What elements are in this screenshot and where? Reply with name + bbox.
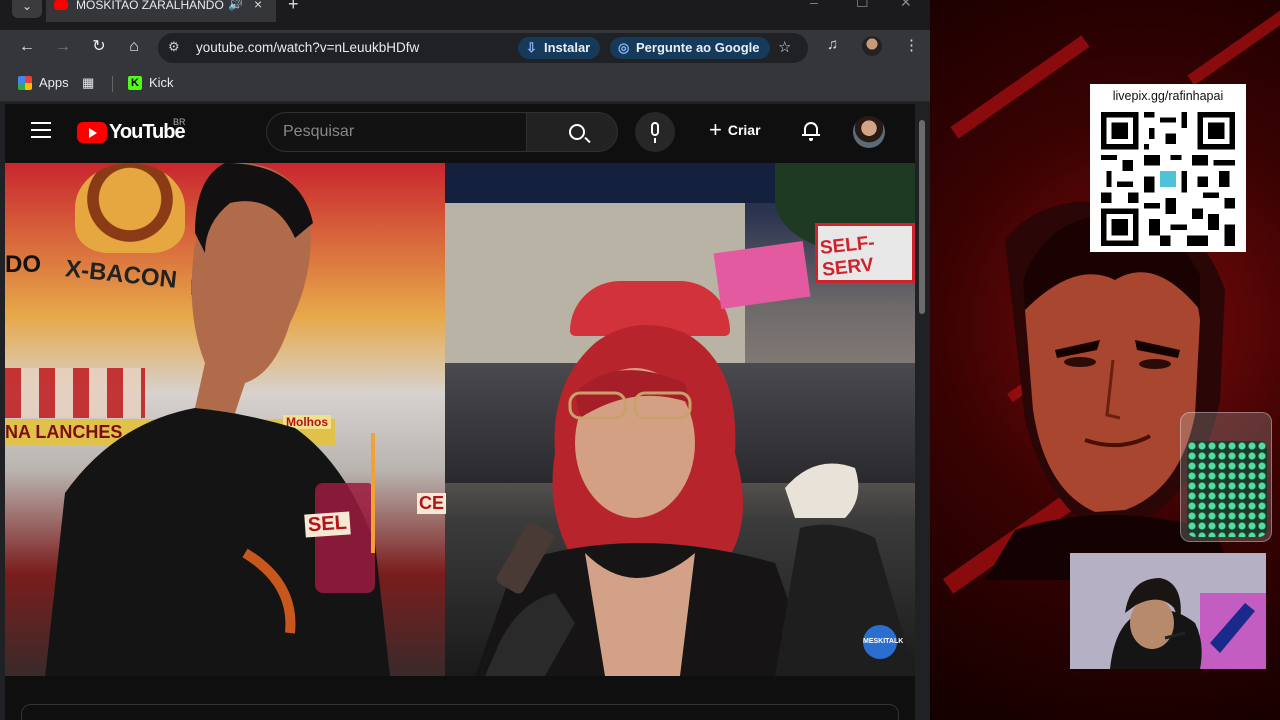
- qr-code-icon: [1101, 112, 1235, 246]
- video-player[interactable]: X-BACON HO DO NA LANCHES Molhos SELF-SER…: [5, 163, 915, 676]
- bookmark-apps[interactable]: Apps: [18, 75, 69, 90]
- plus-icon: +: [709, 117, 722, 142]
- close-window-icon[interactable]: ✕: [900, 0, 912, 11]
- media-controls-icon[interactable]: ♫: [827, 36, 838, 53]
- reload-icon[interactable]: ↻: [88, 36, 110, 58]
- install-label: Instalar: [544, 40, 591, 55]
- microphone-icon: [651, 122, 659, 136]
- search-input[interactable]: [283, 123, 483, 141]
- forward-arrow-icon[interactable]: →: [52, 36, 74, 58]
- maximize-icon[interactable]: ☐: [856, 0, 869, 11]
- site-info-icon[interactable]: ⚙: [168, 39, 180, 55]
- youtube-page: YouTube BR + Criar X-: [5, 104, 915, 720]
- home-icon[interactable]: ⌂: [123, 36, 145, 58]
- jar-contents: [1187, 441, 1267, 537]
- livepix-qr-card: livepix.gg/rafinhapai: [1090, 84, 1246, 252]
- speaker-icon[interactable]: 🔊: [228, 0, 243, 11]
- tab-groups-icon[interactable]: ▦: [82, 75, 94, 91]
- google-lens-icon: ◎: [618, 40, 630, 55]
- browser-toolbar: ← → ↻ ⌂ ⚙ youtube.com/watch?v=nLeuukbHDf…: [0, 30, 930, 64]
- streamer-webcam: [1070, 553, 1266, 669]
- new-tab-button[interactable]: +: [288, 0, 299, 15]
- bookmark-kick[interactable]: K Kick: [128, 75, 174, 90]
- kick-icon: K: [128, 75, 142, 90]
- youtube-favicon-icon: [54, 0, 68, 10]
- apps-grid-icon: [18, 75, 32, 90]
- bookmark-star-icon[interactable]: ☆: [778, 38, 791, 56]
- ask-google-label: Pergunte ao Google: [636, 40, 760, 55]
- create-button[interactable]: + Criar: [709, 117, 761, 142]
- profile-avatar[interactable]: [862, 36, 882, 56]
- youtube-logo-icon[interactable]: [77, 122, 107, 143]
- tab-title: MOSKITAO ZARALHANDO: [76, 0, 224, 12]
- sign-text: CE: [417, 493, 447, 514]
- page-scrollbar[interactable]: [917, 108, 927, 720]
- video-title-area: [21, 704, 899, 720]
- install-icon: ⇩: [526, 40, 537, 55]
- collectible-jar-widget: [1180, 412, 1272, 542]
- tab-close-icon[interactable]: ×: [254, 0, 262, 12]
- country-code: BR: [173, 117, 186, 127]
- ask-google-button[interactable]: ◎ Pergunte ao Google: [610, 37, 770, 59]
- address-bar[interactable]: ⚙ youtube.com/watch?v=nLeuukbHDfw ⇩ Inst…: [158, 33, 808, 63]
- search-button[interactable]: [526, 112, 618, 152]
- search-icon: [569, 124, 585, 140]
- install-app-button[interactable]: ⇩ Instalar: [518, 37, 601, 59]
- bookmark-divider: [112, 76, 113, 92]
- scrollbar-thumb[interactable]: [919, 120, 925, 314]
- notifications-bell-icon[interactable]: [802, 120, 820, 141]
- sign-text: DO: [5, 251, 41, 278]
- qr-label: livepix.gg/rafinhapai: [1112, 89, 1224, 103]
- channel-watermark[interactable]: MESKITALK: [863, 625, 903, 659]
- red-slash-decoration: [1187, 6, 1280, 86]
- account-avatar[interactable]: [853, 116, 885, 148]
- screen: livepix.gg/rafinhapai ⌄ MOSKITAO ZARALHA…: [0, 0, 1280, 720]
- bookmark-label: Apps: [39, 75, 69, 90]
- interviewer-person: [45, 163, 390, 676]
- tab-strip: ⌄ MOSKITAO ZARALHANDO 🔊 × + – ☐ ✕: [0, 0, 930, 30]
- bookmarks-bar: Apps ▦ K Kick: [0, 64, 930, 102]
- search-box[interactable]: [266, 112, 545, 152]
- browser-menu-icon[interactable]: ⋮: [904, 36, 919, 54]
- url-text[interactable]: youtube.com/watch?v=nLeuukbHDfw: [196, 40, 419, 55]
- bookmark-label: Kick: [149, 75, 174, 90]
- burger-poster: [713, 241, 811, 309]
- guide-menu-icon[interactable]: [31, 122, 51, 138]
- sign-text: SEL: [304, 511, 351, 538]
- tab-search-chevron-icon[interactable]: ⌄: [12, 0, 42, 18]
- back-arrow-icon[interactable]: ←: [16, 36, 38, 58]
- red-slash-decoration: [950, 35, 1090, 139]
- voice-search-button[interactable]: [635, 112, 675, 152]
- browser-window: ⌄ MOSKITAO ZARALHANDO 🔊 × + – ☐ ✕ ← → ↻ …: [0, 0, 930, 720]
- tab-youtube-video[interactable]: MOSKITAO ZARALHANDO 🔊 ×: [46, 0, 276, 22]
- minimize-icon[interactable]: –: [810, 0, 818, 10]
- youtube-masthead: YouTube BR + Criar: [5, 104, 915, 160]
- create-label: Criar: [727, 122, 761, 138]
